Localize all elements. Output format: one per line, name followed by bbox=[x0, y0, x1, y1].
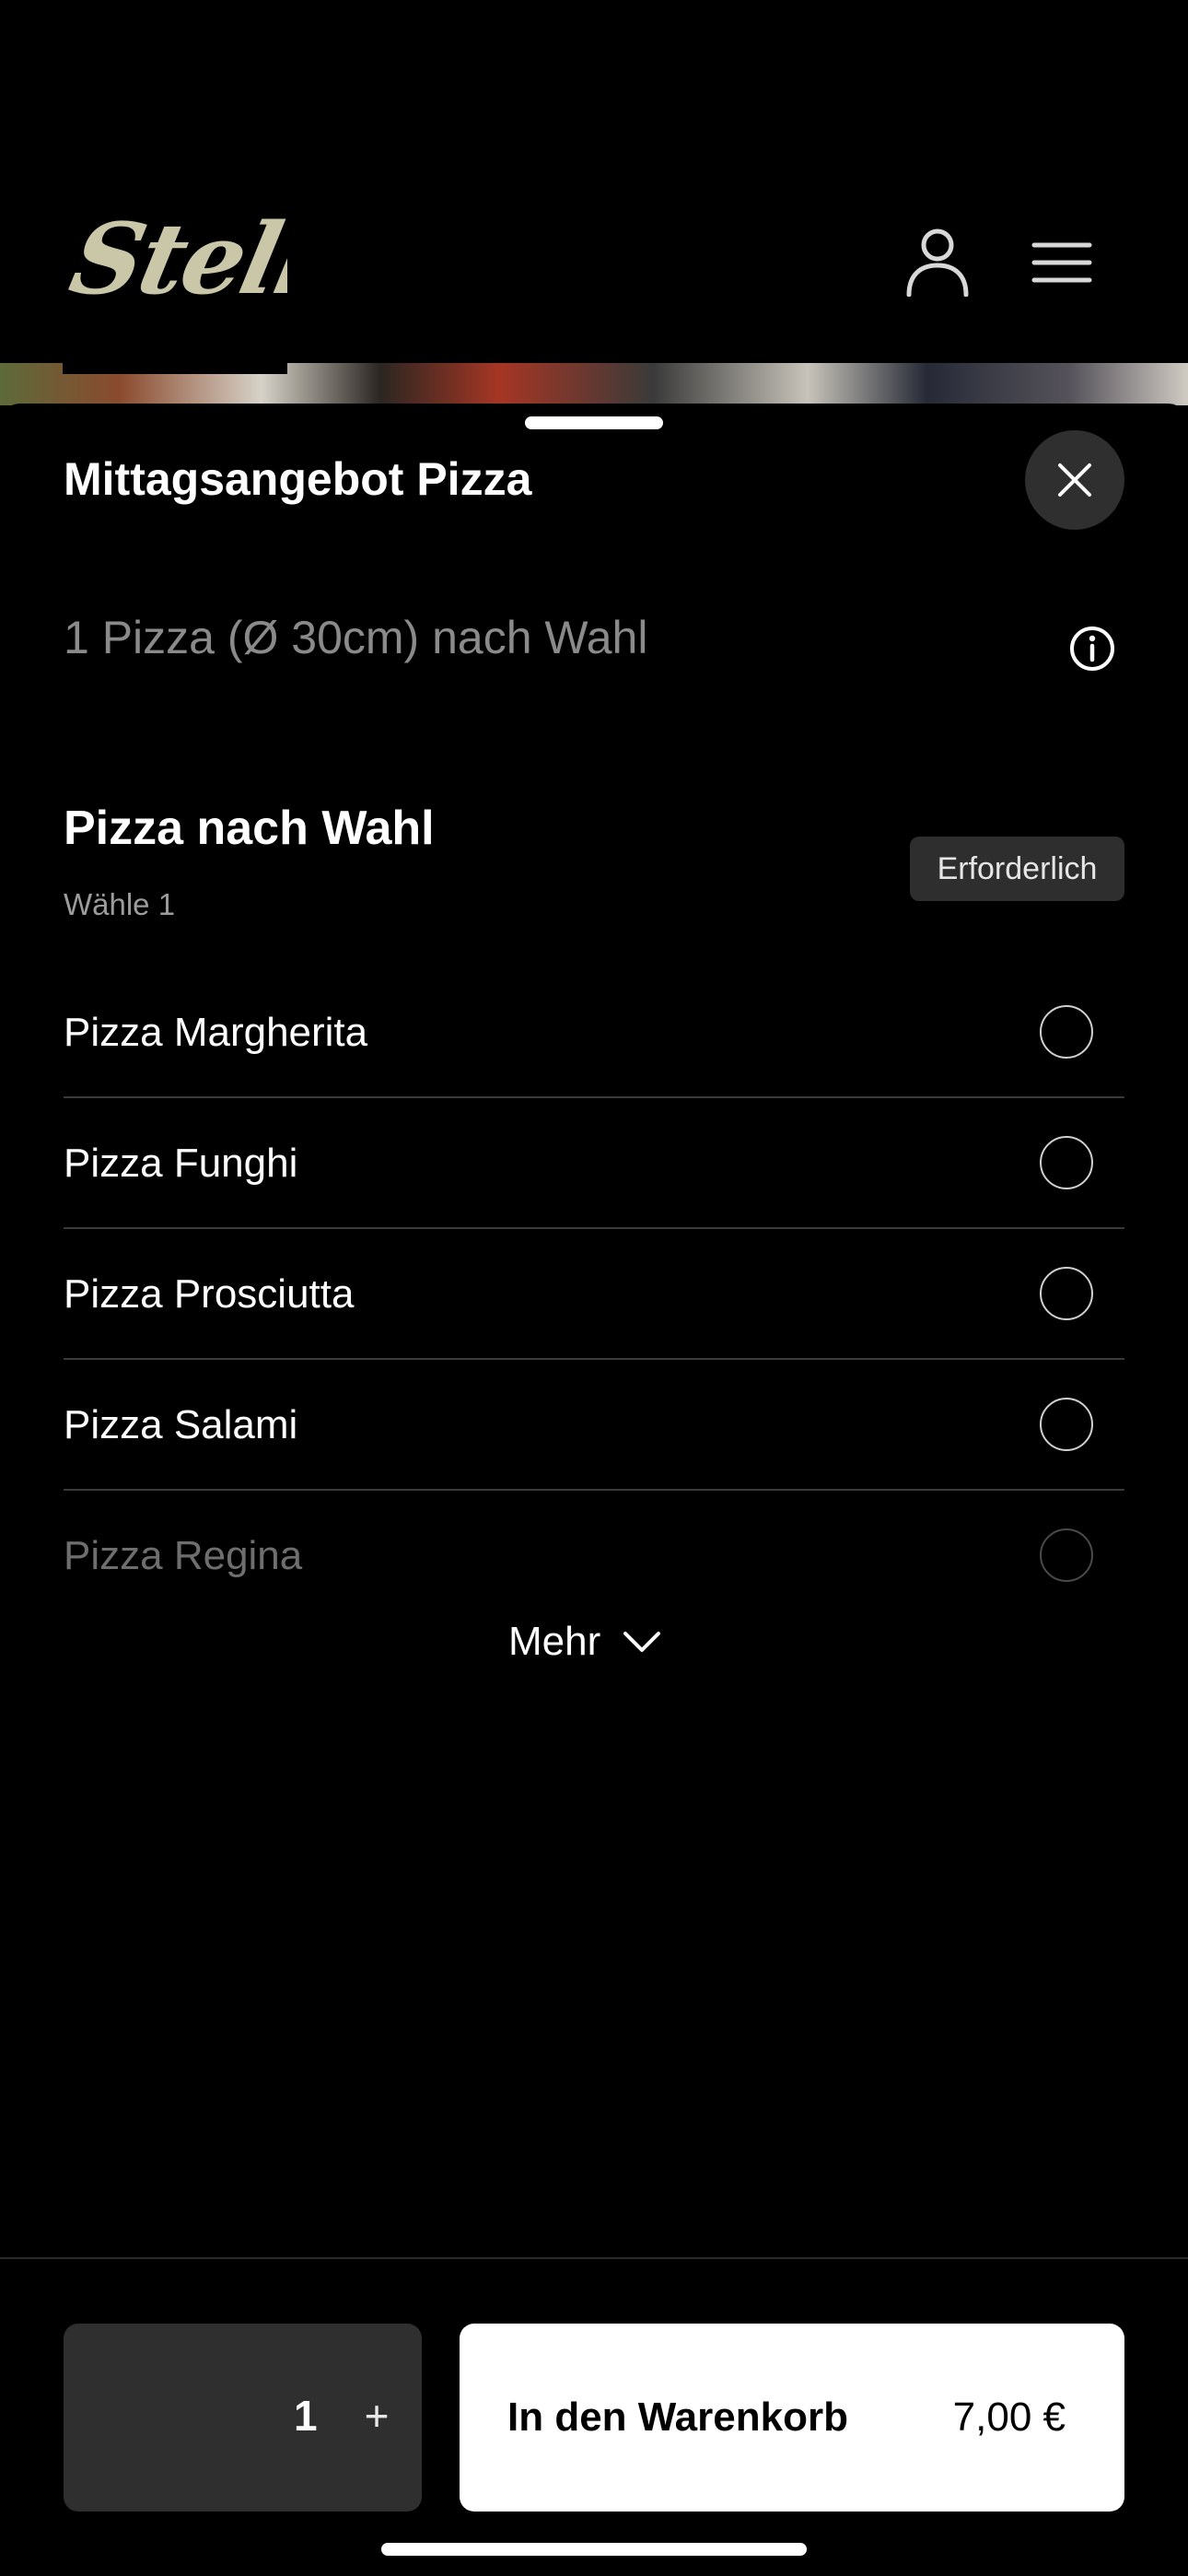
option-label: Pizza Salami bbox=[64, 1402, 298, 1447]
product-title: Mittagsangebot Pizza bbox=[64, 453, 532, 505]
option-item[interactable]: Pizza Margherita bbox=[64, 967, 1124, 1098]
logo-underlay bbox=[63, 363, 287, 374]
close-icon bbox=[1058, 463, 1091, 497]
option-label: Pizza Funghi bbox=[64, 1141, 298, 1186]
radio-button[interactable] bbox=[1040, 1136, 1093, 1189]
show-more-button[interactable]: Mehr bbox=[508, 1614, 661, 1669]
product-description: 1 Pizza (Ø 30cm) nach Wahl bbox=[64, 612, 648, 663]
quantity-plus-button[interactable]: + bbox=[340, 2379, 413, 2453]
add-to-cart-button[interactable]: In den Warenkorb 7,00 € bbox=[460, 2324, 1124, 2512]
logo-text: Stella bbox=[63, 208, 287, 310]
close-button[interactable] bbox=[1025, 430, 1124, 530]
radio-button[interactable] bbox=[1040, 1398, 1093, 1451]
stella-logo[interactable]: Stella bbox=[63, 208, 287, 310]
option-label: Pizza Prosciutta bbox=[64, 1271, 355, 1317]
info-icon[interactable] bbox=[1068, 625, 1116, 673]
radio-button[interactable] bbox=[1040, 1528, 1093, 1582]
user-icon[interactable] bbox=[904, 227, 971, 298]
home-indicator[interactable] bbox=[381, 2543, 807, 2556]
add-to-cart-label: In den Warenkorb bbox=[507, 2395, 848, 2440]
option-item[interactable]: Pizza Salami bbox=[64, 1360, 1124, 1491]
radio-button[interactable] bbox=[1040, 1267, 1093, 1320]
sheet-grabber[interactable] bbox=[525, 416, 663, 429]
radio-button[interactable] bbox=[1040, 1005, 1093, 1059]
option-item[interactable]: Pizza Funghi bbox=[64, 1098, 1124, 1229]
footer-divider bbox=[0, 2257, 1188, 2259]
option-label: Pizza Regina bbox=[64, 1533, 303, 1578]
chevron-down-icon bbox=[623, 1632, 661, 1652]
price-label: 7,00 € bbox=[952, 2395, 1066, 2440]
required-badge: Erforderlich bbox=[910, 837, 1124, 901]
quantity-value: 1 bbox=[294, 2392, 318, 2440]
option-group-subtitle: Wähle 1 bbox=[64, 887, 176, 921]
option-item[interactable]: Pizza Prosciutta bbox=[64, 1229, 1124, 1360]
hamburger-menu-icon[interactable] bbox=[1031, 241, 1092, 284]
show-more-label: Mehr bbox=[508, 1619, 601, 1664]
option-label: Pizza Margherita bbox=[64, 1010, 368, 1055]
quantity-stepper: 1 + bbox=[64, 2324, 422, 2512]
option-item[interactable]: Pizza Regina bbox=[64, 1491, 1124, 1620]
option-list: Pizza Margherita Pizza Funghi Pizza Pros… bbox=[64, 967, 1124, 1620]
option-group-title: Pizza nach Wahl bbox=[64, 802, 435, 855]
